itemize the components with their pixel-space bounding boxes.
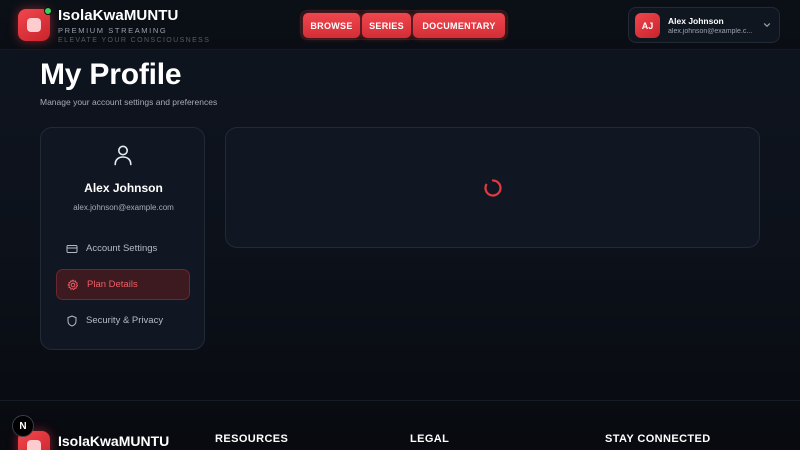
- top-header: IsolaKwaMUNTU PREMIUM STREAMING ELEVATE …: [0, 0, 800, 50]
- credit-card-icon: [66, 244, 78, 253]
- sidebar-item-label: Plan Details: [87, 279, 138, 290]
- shield-icon: [67, 315, 77, 326]
- page-subtitle: Manage your account settings and prefere…: [40, 97, 218, 107]
- nav-browse-button[interactable]: BROWSE: [303, 13, 360, 38]
- page-title: My Profile: [40, 58, 182, 91]
- user-menu-button[interactable]: AJ Alex Johnson alex.johnson@example.c..…: [628, 7, 780, 43]
- brand-logo[interactable]: [18, 7, 52, 41]
- brand-name[interactable]: IsolaKwaMUNTU: [58, 7, 210, 24]
- footer-brand-name[interactable]: IsolaKwaMUNTU: [58, 433, 169, 449]
- profile-sidebar: Alex Johnson alex.johnson@example.com Ac…: [40, 127, 205, 350]
- nav-series-button[interactable]: SERIES: [362, 13, 411, 38]
- online-status-dot: [44, 7, 52, 15]
- sidebar-item-label: Security & Privacy: [86, 315, 164, 326]
- gear-icon: [67, 279, 79, 290]
- sidebar-item-security-privacy[interactable]: Security & Privacy: [56, 305, 190, 336]
- sidebar-item-label: Account Settings: [86, 243, 158, 254]
- sidebar-item-plan-details[interactable]: Plan Details: [56, 269, 190, 300]
- main-nav: BROWSE SERIES DOCUMENTARY: [300, 10, 508, 40]
- user-name: Alex Johnson: [668, 16, 724, 26]
- footer-heading-resources: RESOURCES: [215, 433, 289, 445]
- sidebar-item-account-settings[interactable]: Account Settings: [56, 233, 190, 264]
- user-email: alex.johnson@example.c...: [668, 28, 753, 35]
- brand-text: IsolaKwaMUNTU PREMIUM STREAMING ELEVATE …: [58, 7, 210, 46]
- profile-name: Alex Johnson: [84, 181, 163, 195]
- avatar: AJ: [635, 13, 660, 38]
- profile-email: alex.johnson@example.com: [73, 203, 174, 212]
- footer-heading-legal: LEGAL: [410, 433, 450, 445]
- dev-tools-badge[interactable]: N: [12, 415, 34, 437]
- brand-tagline-secondary: ELEVATE YOUR CONSCIOUSNESS: [58, 37, 211, 44]
- profile-content-panel: [225, 127, 760, 248]
- chevron-down-icon: [763, 23, 771, 27]
- user-icon: [114, 145, 132, 166]
- brand-tagline-primary: PREMIUM STREAMING: [58, 26, 168, 35]
- loading-spinner-icon: [484, 179, 502, 197]
- footer-divider: [0, 400, 800, 401]
- footer-heading-stay-connected: STAY CONNECTED: [605, 433, 711, 445]
- nav-documentary-button[interactable]: DOCUMENTARY: [413, 13, 505, 38]
